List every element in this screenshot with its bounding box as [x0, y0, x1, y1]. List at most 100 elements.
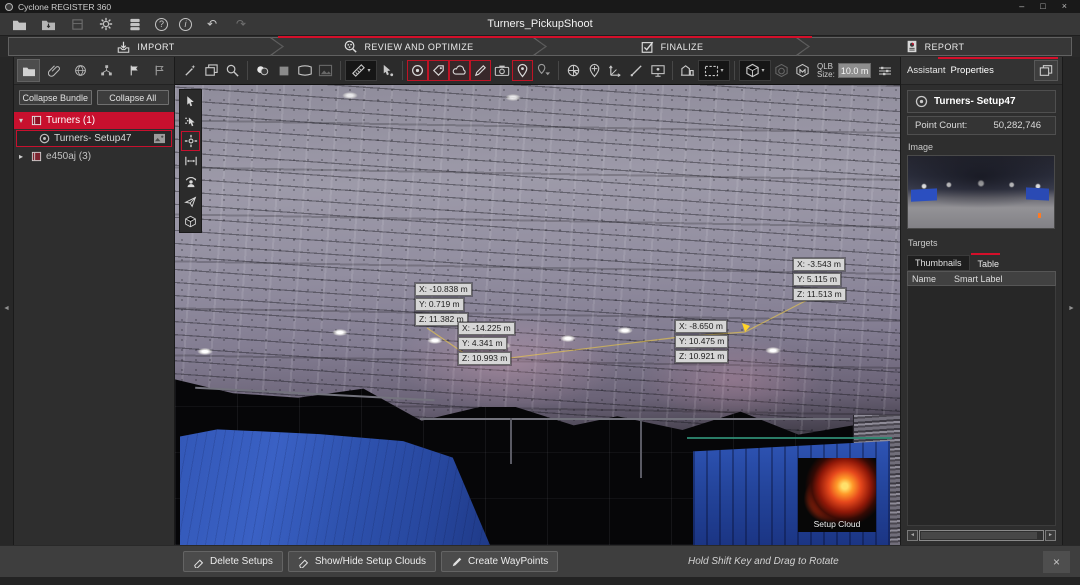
dismiss-bar-button[interactable]: × — [1043, 551, 1070, 573]
show-labels-toggle[interactable] — [428, 60, 449, 81]
geotag-button[interactable] — [563, 60, 584, 81]
pick-point-button[interactable] — [377, 60, 398, 81]
column-smart-label[interactable]: Smart Label — [954, 274, 1055, 284]
span-icon — [184, 155, 198, 167]
filter-pins-button[interactable] — [533, 60, 554, 81]
stage-import[interactable]: IMPORT — [8, 37, 283, 56]
scrollbar-thumb[interactable] — [921, 532, 1037, 539]
coord-x: X: -14.225 m — [458, 322, 515, 335]
about-button[interactable]: i — [179, 18, 192, 31]
fly-tool-button[interactable] — [181, 191, 200, 211]
pick-tool-button[interactable] — [180, 60, 201, 81]
image-view-button[interactable] — [315, 60, 336, 81]
select-tool-button[interactable] — [181, 91, 200, 111]
limit-box-manager-button[interactable] — [792, 60, 813, 81]
duplicate-view-button[interactable] — [201, 60, 222, 81]
stage-report[interactable]: REPORT — [797, 37, 1072, 56]
undo-button[interactable]: ↶ — [203, 15, 221, 33]
flag-show-button[interactable] — [123, 59, 146, 82]
create-waypoints-button[interactable]: Create WayPoints — [441, 551, 558, 572]
screen-capture-button[interactable] — [647, 60, 668, 81]
column-name[interactable]: Name — [908, 274, 954, 284]
import-project-button[interactable] — [39, 15, 57, 33]
person-pan-icon — [184, 175, 198, 188]
tab-thumbnails[interactable]: Thumbnails — [907, 255, 970, 271]
tab-web[interactable] — [69, 59, 92, 82]
rect-select-button[interactable]: ▾ — [698, 60, 730, 81]
show-hide-setup-clouds-button[interactable]: Show/Hide Setup Clouds — [288, 551, 436, 572]
expand-right-arrow-icon[interactable]: ► — [1063, 305, 1080, 312]
archive-button[interactable] — [68, 15, 86, 33]
panorama-view-button[interactable] — [294, 60, 315, 81]
tab-links[interactable] — [43, 59, 66, 82]
limit-box-button[interactable]: ▾ — [739, 60, 771, 81]
tab-properties[interactable]: Properties — [951, 65, 999, 84]
setup-panorama-thumbnail[interactable] — [907, 155, 1055, 229]
cloud-icon — [452, 64, 468, 77]
measure-tool-button[interactable]: ▾ — [345, 60, 377, 81]
collapse-caret-icon[interactable]: ▸ — [19, 152, 27, 161]
tab-bundles[interactable] — [17, 59, 40, 82]
tree-row-bundle-turners[interactable]: ▾ Turners (1) — [14, 112, 174, 129]
center-column: ▾ ▾ ▾ — [175, 57, 900, 545]
close-button[interactable]: × — [1062, 0, 1067, 13]
move-setup-button[interactable] — [605, 60, 626, 81]
delete-setups-button[interactable]: Delete Setups — [183, 551, 283, 572]
stage-finalize[interactable]: FINALIZE — [534, 37, 809, 56]
tree-row-bundle-e450aj[interactable]: ▸ e450aj (3) — [14, 148, 174, 165]
building-pin-icon — [680, 63, 695, 78]
collapse-bundle-button[interactable]: Collapse Bundle — [19, 90, 92, 105]
left-collapse-strip[interactable]: ◄ — [0, 57, 14, 545]
right-collapse-strip[interactable]: ► — [1062, 57, 1080, 545]
tab-assistant[interactable]: Assistant — [907, 65, 951, 84]
pan-tool-button[interactable] — [181, 131, 200, 151]
waypoint-toggle[interactable] — [512, 60, 533, 81]
show-targets-toggle[interactable] — [407, 60, 428, 81]
look-around-tool-button[interactable] — [181, 171, 200, 191]
monitor-pin-icon — [650, 64, 666, 78]
storage-button[interactable] — [126, 15, 144, 33]
qlb-slider-button[interactable] — [874, 60, 895, 81]
point-cloud-viewport[interactable]: X: -10.838 m Y: 0.719 m Z: 11.382 m X: -… — [175, 85, 900, 545]
distance-tool-button[interactable] — [181, 151, 200, 171]
draw-line-button[interactable] — [626, 60, 647, 81]
import-icon — [116, 40, 131, 54]
point-color-mode-button[interactable] — [252, 60, 273, 81]
redo-icon: ↷ — [236, 17, 246, 31]
maximize-button[interactable]: □ — [1040, 0, 1045, 13]
multi-select-tool-button[interactable] — [181, 111, 200, 131]
scroll-left-button[interactable]: ◄ — [907, 530, 918, 541]
tab-assets[interactable] — [95, 59, 118, 82]
snapshot-button[interactable] — [491, 60, 512, 81]
redo-button[interactable]: ↷ — [232, 15, 250, 33]
scrollbar-track[interactable] — [919, 530, 1044, 541]
geo-pin-button[interactable] — [584, 60, 605, 81]
open-project-button[interactable] — [10, 15, 28, 33]
sketch-tool-toggle[interactable] — [470, 60, 491, 81]
expand-caret-icon[interactable]: ▾ — [19, 116, 27, 125]
site-selection-button[interactable] — [677, 60, 698, 81]
tree-row-setup47[interactable]: Turners- Setup47 — [16, 130, 172, 147]
help-button[interactable]: ? — [155, 18, 168, 31]
minimize-button[interactable]: – — [1019, 0, 1024, 13]
solid-color-mode-button[interactable] — [273, 60, 294, 81]
panel-layout-button[interactable] — [1034, 60, 1058, 81]
scroll-right-button[interactable]: ► — [1045, 530, 1056, 541]
qlb-size-input[interactable]: 10.0 m — [838, 63, 871, 78]
stage-review-and-optimize[interactable]: REVIEW AND OPTIMIZE — [271, 37, 546, 56]
settings-button[interactable] — [97, 15, 115, 33]
ceiling-light — [330, 328, 350, 337]
zoom-region-button[interactable] — [222, 60, 243, 81]
coord-y: Y: 4.341 m — [458, 337, 507, 350]
setup-cloud-thumbnail[interactable]: Setup Cloud — [798, 458, 876, 532]
coordinate-label: X: -8.650 m Y: 10.475 m Z: 10.921 m — [675, 320, 728, 363]
tab-table[interactable]: Table — [970, 257, 1008, 271]
collapse-all-button[interactable]: Collapse All — [97, 90, 170, 105]
collapse-left-arrow-icon[interactable]: ◄ — [0, 305, 13, 312]
targets-table-body[interactable] — [907, 286, 1056, 526]
limit-sphere-button[interactable] — [771, 60, 792, 81]
cube-view-button[interactable] — [181, 211, 200, 231]
properties-tab-bar: Assistant Properties — [901, 57, 1062, 85]
flag-hide-button[interactable] — [148, 59, 171, 82]
show-clouds-toggle[interactable] — [449, 60, 470, 81]
